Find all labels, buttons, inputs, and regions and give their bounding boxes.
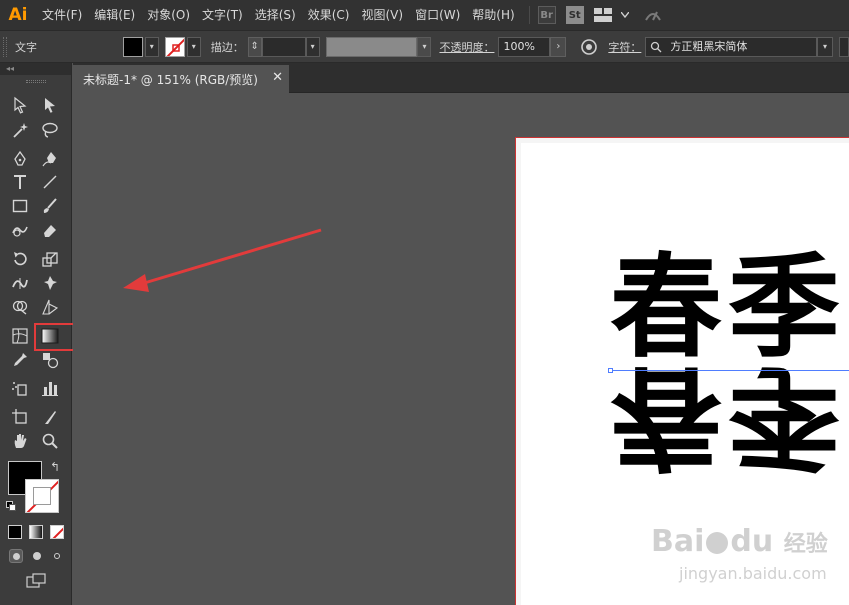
main-menu: 文件(F) 编辑(E) 对象(O) 文字(T) 选择(S) 效果(C) 视图(V… <box>36 0 521 30</box>
pen-tool-icon[interactable] <box>8 148 32 170</box>
illustrator-window: Ai 文件(F) 编辑(E) 对象(O) 文字(T) 选择(S) 效果(C) 视… <box>0 0 849 605</box>
lasso-tool-icon[interactable] <box>38 119 62 141</box>
watermark-url: jingyan.baidu.com <box>679 564 827 583</box>
rectangle-tool-icon[interactable] <box>8 195 32 217</box>
variable-width-profile[interactable] <box>325 36 418 57</box>
menu-view[interactable]: 视图(V) <box>355 0 409 30</box>
profile-dropdown[interactable]: ▾ <box>417 36 432 57</box>
menu-object[interactable]: 对象(O) <box>141 0 196 30</box>
recolor-artwork-icon[interactable] <box>580 38 598 56</box>
swap-fill-stroke-icon[interactable]: ↰ <box>50 460 60 474</box>
font-style-field[interactable] <box>839 36 849 57</box>
close-icon[interactable]: ✕ <box>272 70 283 85</box>
opacity-label: 不透明度： <box>439 40 495 54</box>
menu-bar: Ai 文件(F) 编辑(E) 对象(O) 文字(T) 选择(S) 效果(C) 视… <box>0 0 849 30</box>
canvas-area[interactable]: 春 季 春 季 Bai du 经验 jingyan.baidu.com <box>73 94 849 605</box>
curvature-tool-icon[interactable] <box>38 148 62 170</box>
line-segment-tool-icon[interactable] <box>38 171 62 193</box>
character-label[interactable]: 字符： <box>608 39 641 55</box>
panel-collapse-button[interactable]: ◂◂ <box>0 63 71 75</box>
document-tab[interactable]: 未标题-1* @ 151% (RGB/预览) ✕ <box>73 65 289 93</box>
shape-builder-tool-icon[interactable] <box>8 296 32 318</box>
puppet-warp-tool-icon[interactable] <box>38 272 62 294</box>
document-tab-title: 未标题-1* @ 151% (RGB/预览) <box>83 72 258 87</box>
none-mode-button[interactable] <box>50 525 64 539</box>
fill-dropdown[interactable]: ▾ <box>144 36 159 57</box>
panel-grip[interactable] <box>26 80 46 83</box>
direct-selection-tool-icon[interactable] <box>38 94 62 116</box>
screen-mode-icon[interactable] <box>26 573 46 589</box>
magic-wand-tool-icon[interactable] <box>8 119 32 141</box>
opacity-input[interactable]: 100% <box>498 36 551 57</box>
stroke-weight-dropdown[interactable]: ▾ <box>305 36 320 57</box>
paintbrush-tool-icon[interactable] <box>38 195 62 217</box>
document-tab-bar: 未标题-1* @ 151% (RGB/预览) ✕ <box>73 63 849 93</box>
stroke-swatch[interactable] <box>164 36 185 57</box>
panel-grip[interactable] <box>3 36 7 57</box>
gpu-performance-icon[interactable] <box>644 6 662 24</box>
eraser-tool-icon[interactable] <box>38 219 62 241</box>
slice-tool-icon[interactable] <box>38 406 62 428</box>
app-logo: Ai <box>8 5 28 25</box>
shaper-tool-icon[interactable] <box>8 219 32 241</box>
workspace-layout-icon[interactable] <box>593 6 612 24</box>
search-icon <box>651 41 662 52</box>
stroke-weight-input[interactable] <box>261 36 306 57</box>
draw-inside-icon[interactable] <box>50 549 64 563</box>
mesh-tool-icon[interactable] <box>8 325 32 347</box>
zoom-tool-icon[interactable] <box>38 430 62 452</box>
font-family-dropdown[interactable]: ▾ <box>817 36 834 57</box>
menu-type[interactable]: 文字(T) <box>196 0 249 30</box>
draw-behind-icon[interactable] <box>30 549 44 563</box>
fill-swatch[interactable] <box>122 36 143 57</box>
stroke-label: 描边： <box>210 40 244 54</box>
symbol-sprayer-tool-icon[interactable] <box>8 377 32 399</box>
color-mode-button[interactable] <box>8 525 22 539</box>
menu-edit[interactable]: 编辑(E) <box>88 0 141 30</box>
menu-file[interactable]: 文件(F) <box>36 0 88 30</box>
menu-window[interactable]: 窗口(W) <box>409 0 466 30</box>
paw-icon <box>706 531 729 554</box>
blend-tool-icon[interactable] <box>38 349 62 371</box>
font-family-field[interactable]: 方正粗黑宋简体 <box>645 36 818 57</box>
watermark-du: du <box>730 524 774 559</box>
hand-tool-icon[interactable] <box>8 430 32 452</box>
chevron-down-icon[interactable] <box>620 6 630 24</box>
scale-tool-icon[interactable] <box>38 248 62 270</box>
menu-divider <box>528 6 530 24</box>
artboard-tool-icon[interactable] <box>8 406 32 428</box>
stock-button[interactable]: St <box>565 6 584 24</box>
default-fill-stroke-icon[interactable] <box>6 501 16 511</box>
width-tool-icon[interactable] <box>8 272 32 294</box>
bridge-button[interactable]: Br <box>537 6 556 24</box>
watermark-exp: 经验 <box>783 532 828 557</box>
type-tool-icon[interactable] <box>8 171 32 193</box>
font-family-value: 方正粗黑宋简体 <box>670 39 748 53</box>
opacity-arrow[interactable]: › <box>550 36 567 57</box>
column-graph-tool-icon[interactable] <box>38 377 62 399</box>
control-bar: 文字 ▾ ▾ 描边： ⇕ ▾ ▾ 不透明度： 100% › 字符： 方正粗黑宋简… <box>0 30 849 63</box>
stroke-dropdown[interactable]: ▾ <box>186 36 201 57</box>
eyedropper-tool-icon[interactable] <box>8 349 32 371</box>
gradient-mode-button[interactable] <box>29 525 43 539</box>
menu-effect[interactable]: 效果(C) <box>302 0 356 30</box>
stroke-weight-stepper[interactable]: ⇕ <box>247 36 262 57</box>
tool-name-label: 文字 <box>15 40 37 54</box>
menu-help[interactable]: 帮助(H) <box>466 0 520 30</box>
perspective-grid-tool-icon[interactable] <box>38 296 62 318</box>
rotate-tool-icon[interactable] <box>8 248 32 270</box>
selection-tool-icon[interactable] <box>8 94 32 116</box>
watermark-brand: Bai du 经验 <box>651 524 828 559</box>
stroke-inner-box <box>33 487 51 505</box>
watermark-bai: Bai <box>651 524 705 559</box>
menu-select[interactable]: 选择(S) <box>249 0 302 30</box>
draw-normal-icon[interactable] <box>9 549 23 563</box>
